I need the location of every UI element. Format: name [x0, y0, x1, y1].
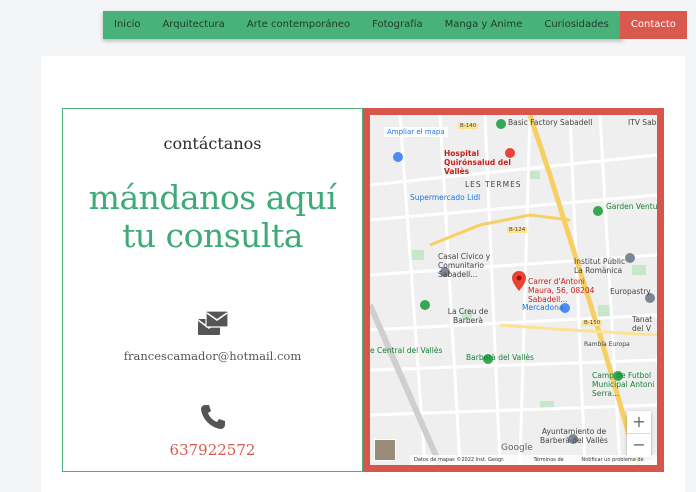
map-label-rambla: Rambla Europa — [584, 341, 630, 348]
map-report-link[interactable]: Notificar un problema de Maps — [581, 455, 657, 465]
map-label-supermercado: Supermercado Lidl — [410, 193, 481, 202]
map-label-garden: Garden Ventura - Viveros — [606, 202, 657, 211]
map-label-casal: Casal Cívico y Comunitario Sabadell... — [438, 252, 491, 279]
map-road-b124: B-124 — [507, 227, 528, 233]
contact-card: contáctanos mándanos aquí tu consulta fr… — [62, 108, 363, 472]
google-logo: Google — [501, 443, 533, 453]
embedded-map[interactable]: Ampliar el mapa Basic Factory Sabadell I… — [370, 115, 657, 465]
street-view-thumbnail[interactable] — [374, 439, 396, 461]
zoom-in-button[interactable]: + — [627, 411, 651, 434]
nav-fotografia[interactable]: Fotografía — [361, 11, 434, 39]
map-label-mercadona: Mercadona — [522, 303, 564, 312]
map-zoom-controls: + − — [627, 411, 651, 457]
nav-contacto[interactable]: Contacto — [619, 11, 687, 39]
map-label-tanatorio: Tanat del V — [632, 315, 653, 333]
map-label-les-termes: LES TERMES — [465, 180, 522, 189]
contact-phone[interactable]: 637922572 — [63, 441, 362, 459]
nav-arquitectura[interactable]: Arquitectura — [151, 11, 235, 39]
map-label-ayuntamiento: Ayuntamiento de Barberà del Vallès — [540, 427, 608, 445]
map-terms-link[interactable]: Términos de uso — [534, 455, 574, 465]
map-label-europastry: Europastry — [610, 287, 651, 296]
map-road-b150: B-150 — [582, 320, 603, 326]
map-label-itv: ITV Sab — [628, 118, 657, 127]
map-label-central: e Central del Vallès — [370, 346, 443, 355]
contact-email[interactable]: francescamador@hotmail.com — [63, 349, 362, 363]
contact-title: contáctanos — [163, 134, 262, 153]
map-label-destination: Carrer d'Antoni Maura, 56, 08204 Sabadel… — [528, 277, 595, 304]
map-label-camp: Camp de Futbol Municipal Antoni Serra... — [592, 371, 655, 398]
main-nav: Inicio Arquitectura Arte contemporáneo F… — [103, 11, 687, 39]
headline-line-2: tu consulta — [122, 216, 303, 255]
mail-icon — [197, 309, 230, 339]
map-label-barbera: Barberà del Vallès — [466, 353, 534, 362]
map-frame: Ampliar el mapa Basic Factory Sabadell I… — [363, 108, 664, 472]
map-label-hospital: Hospital Quirónsalud del Vallès — [444, 149, 511, 176]
nav-inicio[interactable]: Inicio — [103, 11, 151, 39]
map-footer: Datos de mapas ©2022 Inst. Geogr. Nacion… — [410, 455, 657, 465]
nav-arte-contemporaneo[interactable]: Arte contemporáneo — [236, 11, 361, 39]
map-data-credit: Datos de mapas ©2022 Inst. Geogr. Nacion… — [414, 457, 505, 463]
contact-headline: mándanos aquí tu consulta — [63, 179, 362, 255]
map-label-basic-factory: Basic Factory Sabadell — [508, 118, 593, 127]
map-label-instituto: Institut Públic La Romànica — [574, 257, 626, 275]
phone-icon — [199, 403, 227, 431]
map-label-la-creu: La Creu de Barberà — [447, 307, 489, 325]
nav-curiosidades[interactable]: Curiosidades — [533, 11, 620, 39]
zoom-out-button[interactable]: − — [627, 434, 651, 457]
enlarge-map-link[interactable]: Ampliar el mapa — [384, 127, 448, 137]
headline-line-1: mándanos aquí — [88, 178, 337, 217]
map-road-b140: B-140 — [458, 123, 479, 129]
nav-manga-anime[interactable]: Manga y Anime — [434, 11, 534, 39]
